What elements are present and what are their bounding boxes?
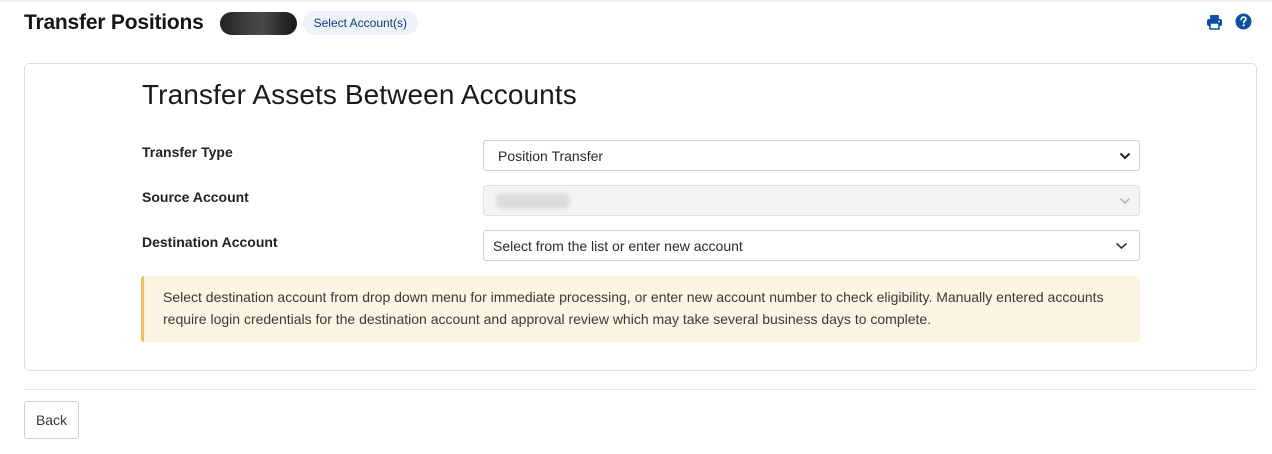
help-icon[interactable] [1235, 13, 1252, 30]
transfer-form-card: Transfer Assets Between Accounts Transfe… [24, 63, 1257, 371]
back-button[interactable]: Back [24, 401, 79, 439]
destination-account-label: Destination Account [142, 234, 278, 250]
destination-account-combobox[interactable]: Select from the list or enter new accoun… [483, 230, 1140, 261]
redacted-account-pill [219, 11, 297, 35]
header-actions [1206, 13, 1252, 30]
print-icon[interactable] [1206, 13, 1223, 30]
redacted-source-account [496, 192, 570, 209]
transfer-type-label: Transfer Type [142, 144, 233, 160]
transfer-type-value: Position Transfer [498, 147, 604, 164]
chevron-down-icon [1111, 152, 1139, 160]
page-title: Transfer Positions [24, 11, 204, 34]
page-header: Transfer Positions Select Account(s) [24, 8, 1256, 38]
notice-text: Select destination account from drop dow… [163, 289, 1104, 327]
form-title: Transfer Assets Between Accounts [142, 79, 577, 110]
select-accounts-button[interactable]: Select Account(s) [302, 11, 418, 35]
chevron-down-icon[interactable] [1103, 242, 1139, 250]
source-account-label: Source Account [142, 189, 249, 205]
chevron-down-icon [1111, 197, 1139, 205]
footer-divider [24, 389, 1257, 390]
info-notice: Select destination account from drop dow… [141, 276, 1140, 342]
top-border [0, 0, 1272, 2]
destination-account-placeholder: Select from the list or enter new accoun… [493, 237, 743, 254]
source-account-select [483, 185, 1140, 216]
transfer-type-select[interactable]: Position Transfer [483, 140, 1140, 171]
